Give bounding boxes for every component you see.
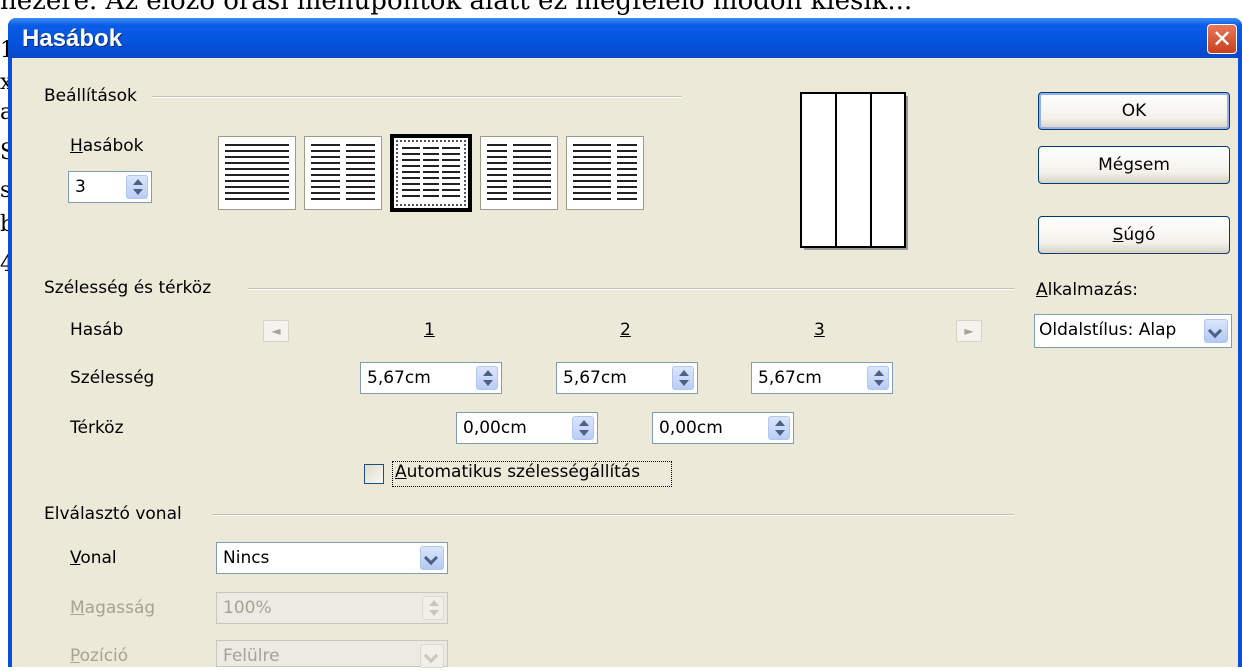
line-height-label: Magasság [70,598,156,618]
close-button[interactable]: ✕ [1207,24,1237,54]
preset-two-columns-right-narrow[interactable] [566,136,644,210]
column-row-label: Hasáb [70,320,124,340]
two-columns-icon [311,144,375,200]
column-number-3: 3 [814,320,825,340]
two-columns-right-narrow-icon [573,144,637,200]
column-3-width-spinner[interactable]: 5,67cm [751,362,893,394]
width-spacing-separator [248,288,1014,290]
width-spacing-group-label: Szélesség és térköz [44,278,212,298]
column-2-width-spinner[interactable]: 5,67cm [556,362,698,394]
apply-to-label: Alkalmazás: [1036,280,1138,300]
preset-two-columns-left-narrow[interactable] [480,136,558,210]
spacing-1-spin-arrows[interactable] [572,416,594,440]
column-3-width-value: 5,67cm [758,368,822,388]
preset-one-column[interactable] [218,136,296,210]
apply-to-dropdown[interactable]: Oldalstílus: Alap [1034,314,1232,348]
arrow-left-icon: ◄ [271,324,281,338]
column-3-width-spin-arrows[interactable] [867,366,889,390]
column-number-1: 1 [424,320,435,340]
close-icon: ✕ [1211,25,1233,53]
next-columns-button[interactable]: ► [956,320,982,342]
preset-three-columns[interactable] [390,134,472,212]
settings-group-separator [152,96,682,98]
columns-count-spinner[interactable]: 3 [68,171,152,203]
auto-width-label[interactable]: Automatikus szélességállítás [395,462,640,482]
columns-count-value: 3 [75,177,86,197]
columns-count-spin-arrows[interactable] [126,175,148,199]
column-2-width-spin-arrows[interactable] [672,366,694,390]
column-1-width-spin-arrows[interactable] [476,366,498,390]
two-columns-left-narrow-icon [487,144,551,200]
line-position-label: Pozíció [70,646,129,666]
line-style-label: Vonal [70,548,117,568]
spacing-2-value: 0,00cm [659,418,723,438]
columns-count-label: Hasábok [70,136,144,156]
cancel-button[interactable]: Mégsem [1038,146,1230,184]
line-height-spinner: 100% [216,592,448,624]
spacing-1-spinner[interactable]: 0,00cm [456,412,598,444]
spacing-row-label: Térköz [70,418,124,438]
ok-button[interactable]: OK [1038,92,1230,130]
line-style-value: Nincs [223,548,270,568]
three-columns-icon [402,147,460,197]
page-preview-icon [800,92,908,250]
dialog-title: Hasábok [22,25,123,52]
settings-group-label: Beállítások [44,86,137,106]
column-1-width-value: 5,67cm [367,368,431,388]
line-position-dropdown: Felülre [216,640,448,668]
separator-group-label: Elválasztó vonal [44,504,182,524]
background-document-text: hezére. Az előző órási menüpontok alatt … [0,0,913,16]
dialog-body: Beállítások Hasábok 3 Szélesség és térkö… [12,58,1238,668]
title-bar[interactable]: Hasábok ✕ [8,18,1242,58]
columns-dialog: Hasábok ✕ Beállítások Hasábok 3 Szélessé… [8,18,1242,668]
column-1-width-spinner[interactable]: 5,67cm [360,362,502,394]
column-2-width-value: 5,67cm [563,368,627,388]
auto-width-checkbox[interactable] [364,464,384,484]
spacing-2-spin-arrows[interactable] [768,416,790,440]
width-row-label: Szélesség [70,368,155,388]
column-number-2: 2 [620,320,631,340]
apply-to-value: Oldalstílus: Alap [1039,320,1177,340]
chevron-down-icon [420,644,444,668]
help-button[interactable]: Súgó [1038,216,1230,254]
one-column-icon [225,144,289,200]
separator-group-line [212,514,1014,516]
line-height-spin-arrows [422,596,444,620]
preset-two-columns[interactable] [304,136,382,210]
chevron-down-icon[interactable] [420,546,444,570]
line-style-dropdown[interactable]: Nincs [216,542,448,574]
page-preview [800,92,912,254]
line-position-value: Felülre [223,646,280,666]
chevron-down-icon[interactable] [1204,319,1228,343]
arrow-right-icon: ► [964,324,974,338]
spacing-1-value: 0,00cm [463,418,527,438]
previous-columns-button[interactable]: ◄ [263,320,289,342]
line-height-value: 100% [223,598,272,618]
spacing-2-spinner[interactable]: 0,00cm [652,412,794,444]
